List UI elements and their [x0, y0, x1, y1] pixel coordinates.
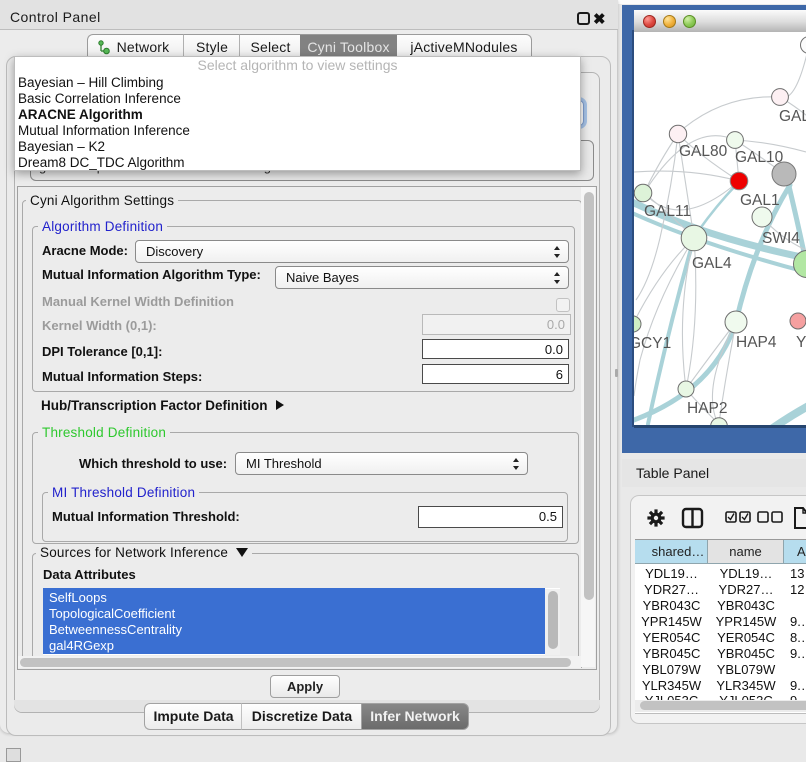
svg-text:GAL11: GAL11	[644, 203, 691, 220]
svg-text:GAL80: GAL80	[679, 143, 728, 160]
svg-text:GAL7: GAL7	[779, 108, 806, 125]
svg-text:GAL10: GAL10	[735, 149, 784, 166]
svg-text:HAP2: HAP2	[687, 400, 728, 417]
svg-text:GAL4: GAL4	[692, 255, 732, 272]
svg-text:GAL1: GAL1	[740, 192, 780, 209]
svg-text:GCY1: GCY1	[634, 335, 671, 352]
svg-text:YM: YM	[796, 334, 806, 351]
svg-text:HAP4: HAP4	[736, 334, 777, 351]
svg-text:SWI4: SWI4	[762, 230, 800, 247]
